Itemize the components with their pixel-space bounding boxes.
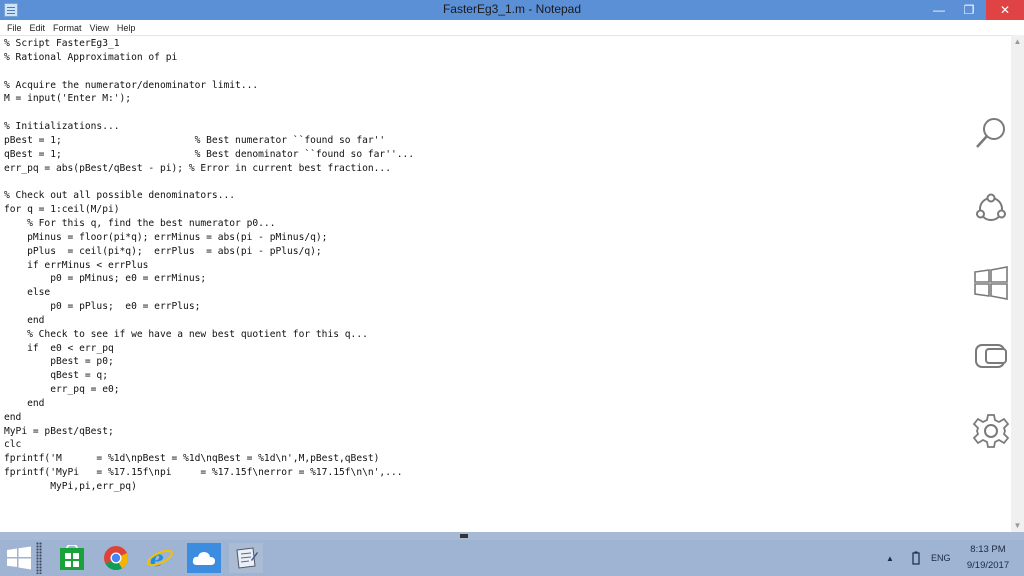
title-bar[interactable]: FasterEg3_1.m - Notepad — ❐ ✕ <box>0 0 1024 20</box>
menu-file[interactable]: File <box>3 23 26 33</box>
minimize-button[interactable]: — <box>924 0 954 20</box>
code-line[interactable]: err_pq = abs(pBest/qBest - pi); % Error … <box>4 162 414 176</box>
code-text[interactable]: % Script FasterEg3_1% Rational Approxima… <box>4 37 414 494</box>
svg-text:e: e <box>150 546 164 571</box>
maximize-button[interactable]: ❐ <box>954 0 984 20</box>
close-button[interactable]: ✕ <box>986 0 1024 20</box>
clock-time: 8:13 PM <box>970 544 1006 555</box>
code-line[interactable] <box>4 106 414 120</box>
code-line[interactable]: fprintf('MyPi = %17.15f\npi = %17.15f\ne… <box>4 466 414 480</box>
start-icon[interactable] <box>2 543 36 573</box>
code-line[interactable]: else <box>4 286 414 300</box>
code-line[interactable]: clc <box>4 438 414 452</box>
internet-explorer-icon[interactable]: e <box>143 543 177 573</box>
code-line[interactable]: MyPi = pBest/qBest; <box>4 425 414 439</box>
settings-icon[interactable] <box>972 412 1010 450</box>
share-icon[interactable] <box>972 189 1010 227</box>
menu-format[interactable]: Format <box>49 23 86 33</box>
windows-start-charm-icon[interactable] <box>972 264 1010 302</box>
search-icon[interactable] <box>972 114 1010 152</box>
code-line[interactable]: MyPi,pi,err_pq) <box>4 480 414 494</box>
code-line[interactable]: if e0 < err_pq <box>4 342 414 356</box>
code-line[interactable]: % For this q, find the best numerator p0… <box>4 217 414 231</box>
clock-date: 9/19/2017 <box>966 560 1010 571</box>
menu-help[interactable]: Help <box>113 23 140 33</box>
taskbar: e ▲ ENG 8:13 PM 9/19/2017 <box>0 540 1024 576</box>
menu-edit[interactable]: Edit <box>26 23 50 33</box>
code-line[interactable]: qBest = 1; % Best denominator ``found so… <box>4 148 414 162</box>
store-icon[interactable] <box>55 543 89 573</box>
text-editor[interactable]: % Script FasterEg3_1% Rational Approxima… <box>0 35 1011 532</box>
tray-overflow-button[interactable]: ▲ <box>886 540 894 576</box>
code-line[interactable] <box>4 175 414 189</box>
devices-icon[interactable] <box>972 338 1010 376</box>
notepad-app-icon[interactable] <box>4 3 18 17</box>
code-line[interactable]: p0 = pPlus; e0 = errPlus; <box>4 300 414 314</box>
code-line[interactable]: pBest = p0; <box>4 355 414 369</box>
code-line[interactable]: % Initializations... <box>4 120 414 134</box>
vertical-scrollbar[interactable]: ▲ ▼ <box>1011 35 1024 532</box>
battery-icon[interactable] <box>912 540 920 576</box>
scroll-down-arrow-icon[interactable]: ▼ <box>1011 519 1024 532</box>
code-line[interactable]: if errMinus < errPlus <box>4 259 414 273</box>
taskbar-grip[interactable] <box>36 542 42 574</box>
code-line[interactable]: % Acquire the numerator/denominator limi… <box>4 79 414 93</box>
code-line[interactable]: % Rational Approximation of pi <box>4 51 414 65</box>
code-line[interactable]: err_pq = e0; <box>4 383 414 397</box>
code-line[interactable]: end <box>4 397 414 411</box>
code-line[interactable]: pBest = 1; % Best numerator ``found so f… <box>4 134 414 148</box>
code-line[interactable]: fprintf('M = %1d\npBest = %1d\nqBest = %… <box>4 452 414 466</box>
code-line[interactable]: % Check to see if we have a new best quo… <box>4 328 414 342</box>
code-line[interactable]: pMinus = floor(pi*q); errMinus = abs(pi … <box>4 231 414 245</box>
window-title: FasterEg3_1.m - Notepad <box>442 2 582 16</box>
scroll-up-arrow-icon[interactable]: ▲ <box>1011 35 1024 48</box>
code-line[interactable]: for q = 1:ceil(M/pi) <box>4 203 414 217</box>
code-line[interactable]: end <box>4 411 414 425</box>
horizontal-scrollbar[interactable] <box>0 532 1024 540</box>
menu-bar: File Edit Format View Help <box>0 20 1024 35</box>
code-line[interactable] <box>4 65 414 79</box>
code-line[interactable]: p0 = pMinus; e0 = errMinus; <box>4 272 414 286</box>
onedrive-icon[interactable] <box>187 543 221 573</box>
scroll-thumb[interactable] <box>460 534 468 538</box>
menu-view[interactable]: View <box>86 23 113 33</box>
clock[interactable]: 8:13 PM 9/19/2017 <box>958 542 1018 574</box>
chrome-icon[interactable] <box>99 543 133 573</box>
code-line[interactable]: M = input('Enter M:'); <box>4 92 414 106</box>
code-line[interactable]: % Check out all possible denominators... <box>4 189 414 203</box>
code-line[interactable]: pPlus = ceil(pi*q); errPlus = abs(pi - p… <box>4 245 414 259</box>
code-line[interactable]: qBest = q; <box>4 369 414 383</box>
language-indicator[interactable]: ENG <box>931 540 951 576</box>
notepad-icon[interactable] <box>229 543 263 573</box>
code-line[interactable]: end <box>4 314 414 328</box>
code-line[interactable]: % Script FasterEg3_1 <box>4 37 414 51</box>
